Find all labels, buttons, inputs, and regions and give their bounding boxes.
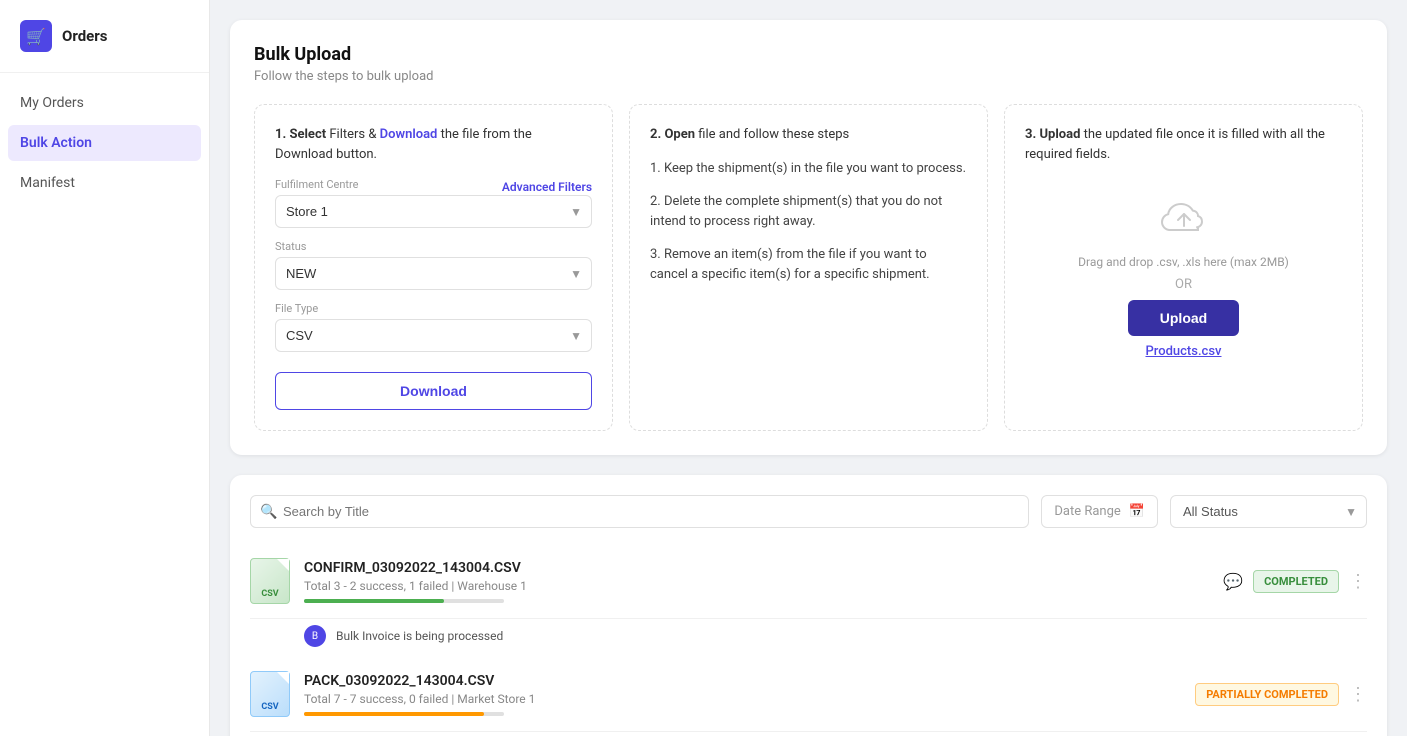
sidebar-item-manifest[interactable]: Manifest <box>0 163 209 203</box>
sidebar-nav: My Orders Bulk Action Manifest <box>0 73 209 213</box>
item-meta: Total 3 - 2 success, 1 failed | Warehous… <box>304 579 1209 593</box>
item-name: CONFIRM_03092022_143004.CSV <box>304 560 1209 576</box>
calendar-icon: 📅 <box>1129 504 1145 519</box>
step1-card: 1. Select Filters & Download the file fr… <box>254 104 613 431</box>
status-select-wrapper: NEW PROCESSING COMPLETED FAILED ▼ <box>275 257 592 290</box>
file-type-label: File Type <box>275 302 592 315</box>
step1-download-link[interactable]: Download <box>380 127 438 142</box>
search-input[interactable] <box>250 495 1029 528</box>
bulk-upload-subtitle: Follow the steps to bulk upload <box>254 69 1363 84</box>
sidebar: 🛒 Orders My Orders Bulk Action Manifest <box>0 0 210 736</box>
more-options-icon[interactable]: ⋮ <box>1349 571 1367 592</box>
step1-header: 1. Select Filters & Download the file fr… <box>275 125 592 164</box>
uploaded-file-link[interactable]: Products.csv <box>1145 344 1221 359</box>
status-badge: COMPLETED <box>1253 570 1339 593</box>
more-options-icon[interactable]: ⋮ <box>1349 684 1367 705</box>
file-icon-csv: CSV <box>250 558 290 604</box>
progress-bar <box>304 712 504 716</box>
upload-area: Drag and drop .csv, .xls here (max 2MB) … <box>1025 178 1342 379</box>
search-icon: 🔍 <box>260 504 277 520</box>
fulfillment-select-wrapper: Store 1 Store 2 Store 3 ▼ <box>275 195 592 228</box>
step2-instruction-1: 1. Keep the shipment(s) in the file you … <box>650 159 967 179</box>
step3-header: 3. Upload the updated file once it is fi… <box>1025 125 1342 164</box>
steps-grid: 1. Select Filters & Download the file fr… <box>254 104 1363 431</box>
step2-instructions: 1. Keep the shipment(s) in the file you … <box>650 159 967 285</box>
list-item: CSV PACK_03092022_143004.CSV Total 7 - 7… <box>250 657 1367 732</box>
date-range-picker[interactable]: Date Range 📅 <box>1041 495 1158 528</box>
item-name: PACK_03092022_143004.CSV <box>304 673 1181 689</box>
status-label: Status <box>275 240 592 253</box>
bulk-upload-card: Bulk Upload Follow the steps to bulk upl… <box>230 20 1387 455</box>
step2-instruction-3: 3. Remove an item(s) from the file if yo… <box>650 245 967 284</box>
list-item: CSV CONFIRM_03092022_143004.CSV Total 3 … <box>250 544 1367 619</box>
file-type-select[interactable]: CSV XLS <box>275 319 592 352</box>
advanced-filters-link[interactable]: Advanced Filters <box>502 180 592 194</box>
list-item: CSV CONFIRM_03092022_143004.CSV Total 3 … <box>250 732 1367 736</box>
step2-instruction-2: 2. Delete the complete shipment(s) that … <box>650 192 967 231</box>
status-select[interactable]: NEW PROCESSING COMPLETED FAILED <box>275 257 592 290</box>
step1-filters-row: Fulfilment Centre Advanced Filters <box>275 178 592 195</box>
main-content: Bulk Upload Follow the steps to bulk upl… <box>210 0 1407 736</box>
item-meta: Total 7 - 7 success, 0 failed | Market S… <box>304 692 1181 706</box>
sidebar-item-bulk-action[interactable]: Bulk Action <box>8 125 201 161</box>
bulk-upload-title: Bulk Upload <box>254 44 1363 65</box>
step2-card: 2. Open file and follow these steps 1. K… <box>629 104 988 431</box>
download-button[interactable]: Download <box>275 372 592 410</box>
cloud-upload-icon <box>1160 198 1208 247</box>
upload-hint-text: Drag and drop .csv, .xls here (max 2MB) <box>1078 255 1289 269</box>
cart-icon: 🛒 <box>20 20 52 52</box>
progress-bar <box>304 599 504 603</box>
list-items: CSV CONFIRM_03092022_143004.CSV Total 3 … <box>250 544 1367 736</box>
item-info: CONFIRM_03092022_143004.CSV Total 3 - 2 … <box>304 560 1209 603</box>
fulfillment-select[interactable]: Store 1 Store 2 Store 3 <box>275 195 592 228</box>
list-filters: 🔍 Date Range 📅 All Status COMPLETED PART… <box>250 495 1367 528</box>
date-range-label: Date Range <box>1054 504 1120 519</box>
progress-fill <box>304 712 484 716</box>
sidebar-item-my-orders[interactable]: My Orders <box>0 83 209 123</box>
or-text: OR <box>1175 277 1192 292</box>
upload-button[interactable]: Upload <box>1128 300 1239 336</box>
sidebar-logo: 🛒 Orders <box>0 20 209 73</box>
notification-avatar: B <box>304 625 326 647</box>
fulfillment-label: Fulfilment Centre <box>275 178 358 191</box>
step2-header: 2. Open file and follow these steps <box>650 125 967 145</box>
search-wrapper: 🔍 <box>250 495 1029 528</box>
notification-text: Bulk Invoice is being processed <box>336 629 503 643</box>
item-actions: 💬 COMPLETED ⋮ <box>1223 570 1367 593</box>
list-card: 🔍 Date Range 📅 All Status COMPLETED PART… <box>230 475 1387 736</box>
status-filter-select[interactable]: All Status COMPLETED PARTIALLY COMPLETED… <box>1170 495 1367 528</box>
step3-card: 3. Upload the updated file once it is fi… <box>1004 104 1363 431</box>
file-type-select-wrapper: CSV XLS ▼ <box>275 319 592 352</box>
item-actions: PARTIALLY COMPLETED ⋮ <box>1195 683 1367 706</box>
comment-icon[interactable]: 💬 <box>1223 572 1243 591</box>
progress-fill <box>304 599 444 603</box>
status-badge: PARTIALLY COMPLETED <box>1195 683 1339 706</box>
notification-row: B Bulk Invoice is being processed <box>250 619 1367 657</box>
item-info: PACK_03092022_143004.CSV Total 7 - 7 suc… <box>304 673 1181 716</box>
file-icon-csv-blue: CSV <box>250 671 290 717</box>
status-filter-wrapper: All Status COMPLETED PARTIALLY COMPLETED… <box>1170 495 1367 528</box>
app-name: Orders <box>62 27 107 45</box>
